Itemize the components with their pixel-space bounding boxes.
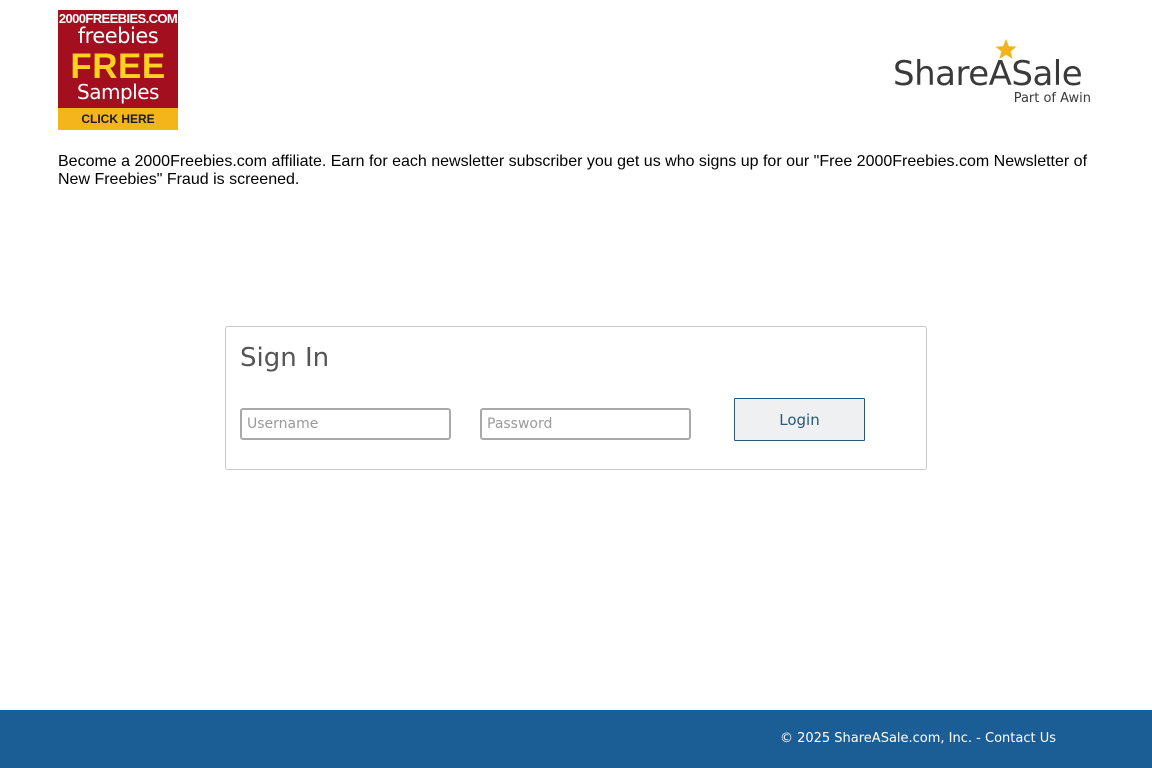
login-button[interactable]: Login <box>734 398 865 441</box>
banner-click-here[interactable]: CLICK HERE <box>58 108 178 130</box>
logo-subtitle: Part of Awin <box>1013 91 1091 106</box>
logo-wordmark: ShareASale <box>893 54 1083 94</box>
banner-samples-text: Samples <box>77 80 159 104</box>
username-input[interactable] <box>240 408 451 440</box>
password-input[interactable] <box>480 408 691 440</box>
merchant-banner-ad[interactable]: 2000FREEBIES.COM freebies FREE Samples C… <box>58 10 178 130</box>
signin-panel: Sign In Login <box>225 326 927 470</box>
page: 2000FREEBIES.COM freebies FREE Samples C… <box>0 0 1152 768</box>
shareasale-logo: ShareASale Part of Awin <box>893 38 1093 108</box>
footer-text: © 2025 ShareASale.com, Inc. - Contact Us <box>780 731 1056 746</box>
contact-us-link[interactable]: Contact Us <box>985 731 1056 746</box>
signin-title: Sign In <box>240 343 330 373</box>
program-description: Become a 2000Freebies.com affiliate. Ear… <box>58 153 1088 188</box>
footer: © 2025 ShareASale.com, Inc. - Contact Us <box>0 710 1152 768</box>
banner-freebies-text: freebies <box>77 24 159 48</box>
footer-copyright: © 2025 ShareASale.com, Inc. - <box>779 731 985 746</box>
